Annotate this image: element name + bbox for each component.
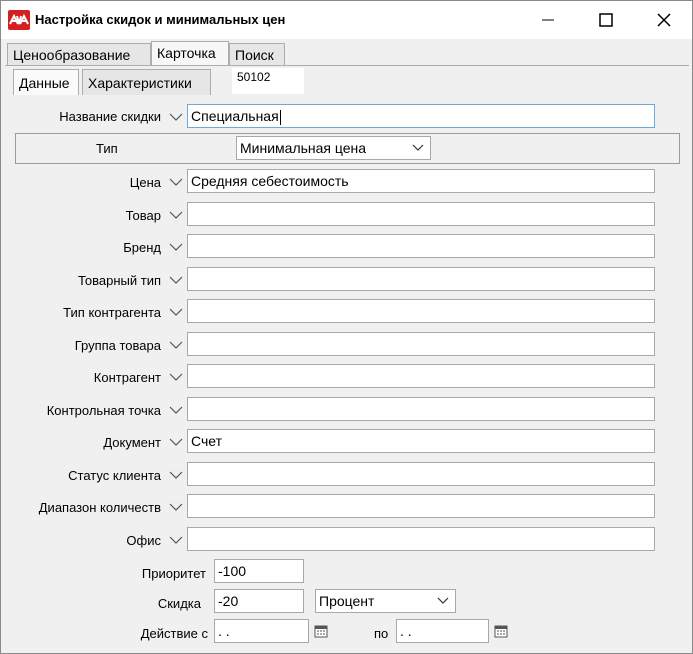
field-input-client-status[interactable] xyxy=(187,462,655,486)
chevron-down-icon[interactable] xyxy=(169,468,183,482)
discount-name-value: Специальная xyxy=(191,108,279,124)
type-label: Тип xyxy=(96,141,118,156)
discount-label: Скидка xyxy=(157,596,201,611)
field-label-document: Документ xyxy=(103,435,161,450)
subtab-characteristics[interactable]: Характеристики xyxy=(82,69,211,95)
field-input-quantity-range[interactable] xyxy=(187,494,655,518)
minimize-button[interactable] xyxy=(525,1,571,39)
chevron-down-icon[interactable] xyxy=(169,338,183,352)
chevron-down-icon[interactable] xyxy=(169,208,183,222)
field-input-product-group[interactable] xyxy=(187,332,655,356)
field-label-quantity-range: Диапазон количеств xyxy=(38,500,161,515)
tab-search[interactable]: Поиск xyxy=(229,43,285,65)
chevron-down-icon[interactable] xyxy=(169,533,183,547)
chevron-down-icon[interactable] xyxy=(169,240,183,254)
field-label-price: Цена xyxy=(129,175,161,190)
chevron-down-icon xyxy=(437,597,449,604)
period-to-label: по xyxy=(374,626,389,641)
field-input-product-type[interactable] xyxy=(187,267,655,291)
calendar-icon[interactable] xyxy=(494,624,508,638)
field-input-checkpoint[interactable] xyxy=(187,397,655,421)
chevron-down-icon[interactable] xyxy=(169,435,183,449)
field-input-price[interactable]: Средняя себестоимость xyxy=(187,169,655,193)
minimize-icon xyxy=(542,19,554,21)
close-icon xyxy=(657,13,671,27)
field-label-office: Офис xyxy=(126,533,161,548)
chevron-down-icon[interactable] xyxy=(169,175,183,189)
discount-unit-select[interactable]: Процент xyxy=(315,589,456,613)
discount-name-input[interactable]: Специальная xyxy=(187,104,655,128)
settings-window: Настройка скидок и минимальных цен Ценоо… xyxy=(0,0,693,654)
discount-unit-value: Процент xyxy=(319,593,375,609)
window-title: Настройка скидок и минимальных цен xyxy=(35,12,286,27)
field-label-product: Товар xyxy=(125,208,161,223)
type-select[interactable]: Минимальная цена xyxy=(236,136,431,160)
field-label-product-type: Товарный тип xyxy=(77,273,161,288)
tab-pricing[interactable]: Ценообразование xyxy=(7,43,151,65)
type-panel: Тип Минимальная цена xyxy=(15,133,680,164)
chevron-down-icon[interactable] xyxy=(169,500,183,514)
chevron-down-icon xyxy=(412,144,424,151)
tab-divider xyxy=(5,65,689,66)
period-from-label: Действие с xyxy=(140,626,208,641)
maximize-button[interactable] xyxy=(583,1,629,39)
calendar-icon[interactable] xyxy=(314,624,328,638)
chevron-down-icon[interactable] xyxy=(169,110,183,124)
field-label-product-group: Группа товара xyxy=(74,338,161,353)
field-input-brand[interactable] xyxy=(187,234,655,258)
type-select-value: Минимальная цена xyxy=(240,140,367,156)
record-code: 50102 xyxy=(232,68,304,94)
field-label-client-status: Статус клиента xyxy=(68,468,161,483)
field-input-product[interactable] xyxy=(187,202,655,226)
chevron-down-icon[interactable] xyxy=(169,370,183,384)
discount-name-label: Название скидки xyxy=(59,109,161,124)
maximize-icon xyxy=(599,13,613,27)
title-bar: Настройка скидок и минимальных цен xyxy=(1,1,692,39)
field-label-checkpoint: Контрольная точка xyxy=(46,403,161,418)
date-from-input[interactable]: . . xyxy=(214,619,309,643)
field-label-brand: Бренд xyxy=(123,240,161,255)
subtab-data[interactable]: Данные xyxy=(13,69,79,95)
field-input-counterparty-type[interactable] xyxy=(187,299,655,323)
priority-input[interactable]: -100 xyxy=(214,559,304,583)
chevron-down-icon[interactable] xyxy=(169,305,183,319)
field-input-office[interactable] xyxy=(187,527,655,551)
field-label-counterparty: Контрагент xyxy=(93,370,161,385)
field-input-counterparty[interactable] xyxy=(187,364,655,388)
priority-label: Приоритет xyxy=(141,566,206,581)
date-to-input[interactable]: . . xyxy=(396,619,489,643)
close-button[interactable] xyxy=(641,1,687,39)
app-logo-icon xyxy=(8,10,30,30)
chevron-down-icon[interactable] xyxy=(169,403,183,417)
chevron-down-icon[interactable] xyxy=(169,273,183,287)
discount-input[interactable]: -20 xyxy=(214,589,304,613)
field-label-counterparty-type: Тип контрагента xyxy=(63,305,161,320)
field-input-document[interactable]: Счет xyxy=(187,429,655,453)
text-caret xyxy=(279,109,281,125)
tab-card[interactable]: Карточка xyxy=(151,41,229,65)
